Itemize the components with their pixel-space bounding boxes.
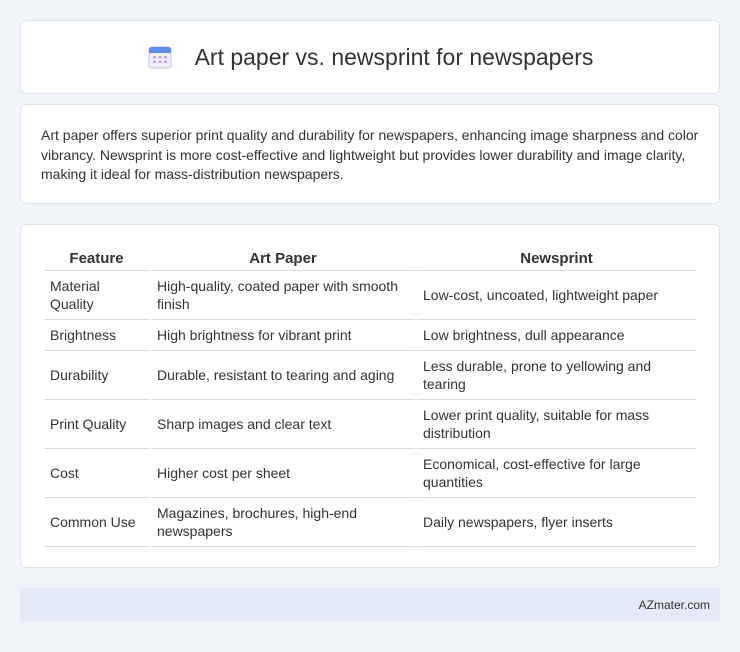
table-row: Durability Durable, resistant to tearing… (44, 351, 696, 400)
table-cell: Durability (44, 351, 149, 400)
table-cell: Cost (44, 449, 149, 498)
comparison-table: Feature Art Paper Newsprint Material Qua… (42, 245, 698, 547)
table-cell: Less durable, prone to yellowing and tea… (417, 351, 696, 400)
title-card: Art paper vs. newsprint for newspapers (20, 20, 720, 94)
table-cell: Brightness (44, 320, 149, 351)
table-row: Cost Higher cost per sheet Economical, c… (44, 449, 696, 498)
comparison-table-card: Feature Art Paper Newsprint Material Qua… (20, 224, 720, 568)
footer: AZmater.com (20, 588, 720, 621)
header-newsprint: Newsprint (417, 245, 696, 271)
footer-brand: AZmater.com (638, 597, 710, 612)
summary-text: Art paper offers superior print quality … (41, 127, 699, 182)
table-cell: High-quality, coated paper with smooth f… (151, 271, 415, 320)
table-cell: Print Quality (44, 400, 149, 449)
table-cell: Durable, resistant to tearing and aging (151, 351, 415, 400)
calendar-icon (148, 46, 172, 69)
table-cell: Daily newspapers, flyer inserts (417, 498, 696, 547)
table-cell: High brightness for vibrant print (151, 320, 415, 351)
summary-card: Art paper offers superior print quality … (20, 104, 720, 204)
page-title: Art paper vs. newsprint for newspapers (194, 43, 594, 70)
table-cell: Common Use (44, 498, 149, 547)
table-cell: Magazines, brochures, high-end newspaper… (151, 498, 415, 547)
table-row: Brightness High brightness for vibrant p… (44, 320, 696, 351)
table-cell: Low brightness, dull appearance (417, 320, 696, 351)
table-header-row: Feature Art Paper Newsprint (44, 245, 696, 271)
header-art-paper: Art Paper (151, 245, 415, 271)
table-row: Print Quality Sharp images and clear tex… (44, 400, 696, 449)
table-row: Material Quality High-quality, coated pa… (44, 271, 696, 320)
table-row: Common Use Magazines, brochures, high-en… (44, 498, 696, 547)
table-cell: Economical, cost-effective for large qua… (417, 449, 696, 498)
table-cell: Sharp images and clear text (151, 400, 415, 449)
table-cell: Material Quality (44, 271, 149, 320)
table-cell: Lower print quality, suitable for mass d… (417, 400, 696, 449)
table-cell: Low-cost, uncoated, lightweight paper (417, 271, 696, 320)
table-cell: Higher cost per sheet (151, 449, 415, 498)
header-feature: Feature (44, 245, 149, 271)
